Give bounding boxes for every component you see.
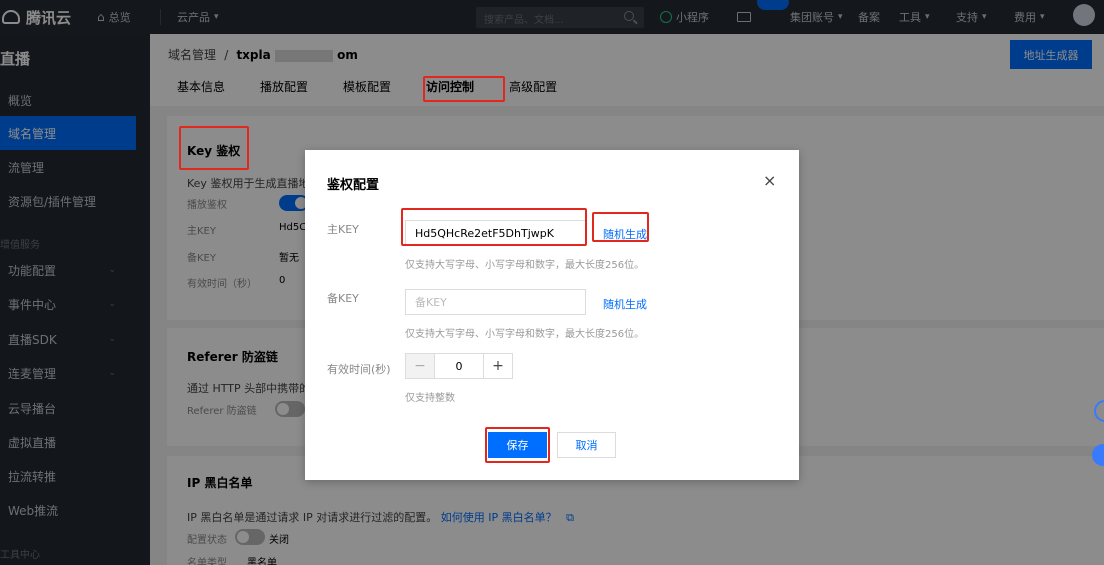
valid-time-stepper: − 0 + — [405, 353, 513, 379]
increment-button[interactable]: + — [484, 354, 512, 378]
save-button[interactable]: 保存 — [488, 432, 547, 458]
auth-config-dialog: 鉴权配置 × 主KEY 随机生成 仅支持大写字母、小写字母和数字，最大长度256… — [305, 150, 799, 480]
backup-key-input[interactable] — [405, 289, 586, 315]
main-key-label: 主KEY — [327, 223, 359, 236]
cancel-button[interactable]: 取消 — [557, 432, 616, 458]
close-icon[interactable]: × — [763, 173, 776, 189]
main-key-input[interactable] — [405, 220, 586, 246]
backup-key-hint: 仅支持大写字母、小写字母和数字，最大长度256位。 — [405, 329, 645, 340]
random-generate-backup-key[interactable]: 随机生成 — [603, 296, 647, 312]
backup-key-label: 备KEY — [327, 292, 359, 305]
valid-time-value[interactable]: 0 — [434, 354, 484, 378]
decrement-button[interactable]: − — [406, 354, 434, 378]
main-key-hint: 仅支持大写字母、小写字母和数字，最大长度256位。 — [405, 260, 645, 271]
random-generate-main-key[interactable]: 随机生成 — [603, 226, 647, 242]
dialog-title: 鉴权配置 — [327, 178, 380, 193]
valid-time-label: 有效时间(秒) — [327, 363, 391, 376]
valid-time-hint: 仅支持整数 — [405, 393, 455, 404]
